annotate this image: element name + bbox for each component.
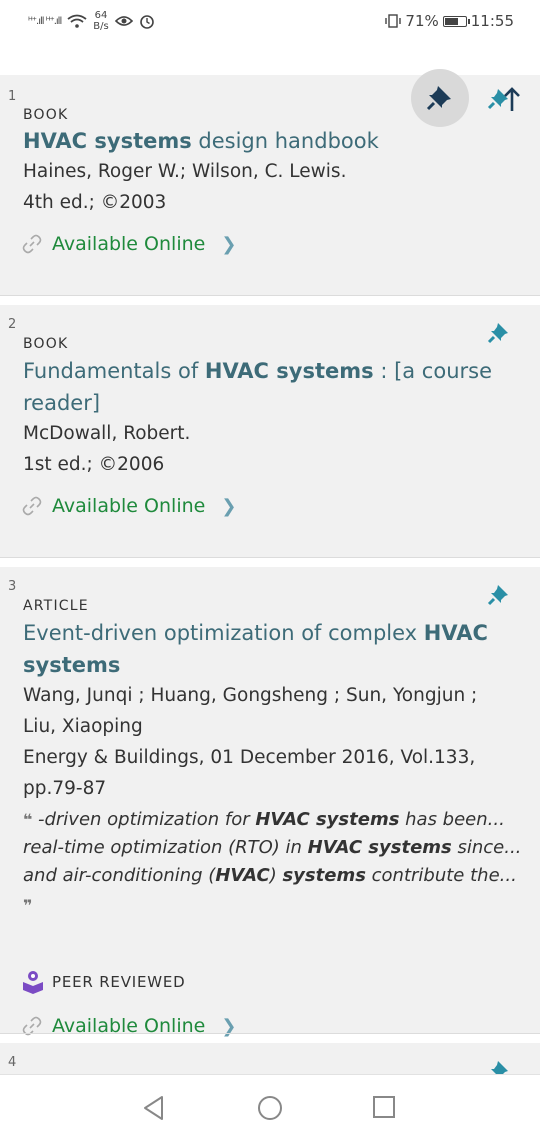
result-title[interactable]: Event-driven optimization of complex HVA…	[23, 617, 493, 681]
availability-link[interactable]: Available Online ❯	[22, 495, 236, 517]
result-card[interactable]: 4	[0, 1043, 540, 1074]
close-quote-icon: ❞	[23, 896, 33, 915]
vibrate-icon	[385, 14, 402, 28]
result-source-line-1: Energy & Buildings, 01 December 2016, Vo…	[23, 747, 476, 768]
battery-icon	[442, 15, 470, 27]
back-icon[interactable]	[142, 1095, 166, 1121]
result-number: 3	[8, 579, 17, 594]
result-source-line-2: pp.79-87	[23, 778, 107, 799]
pin-icon[interactable]	[486, 1057, 514, 1074]
snippet-row: real-time optimization (RTO) in HVAC sys…	[23, 837, 522, 858]
recents-icon[interactable]	[372, 1095, 396, 1119]
peer-reviewed-icon	[23, 971, 43, 994]
chevron-right-icon: ❯	[221, 233, 237, 255]
result-card[interactable]: 2 BOOK Fundamentals of HVAC systems : [a…	[0, 305, 540, 557]
open-quote-icon: ❝	[23, 810, 38, 829]
eye-icon	[114, 16, 133, 26]
result-card[interactable]: 1 BOOK HVAC systems design handbook Hain…	[0, 69, 540, 295]
home-icon[interactable]	[257, 1095, 283, 1121]
result-edition: 1st ed.; ©2006	[23, 454, 165, 475]
availability-link[interactable]: Available Online ❯	[22, 233, 236, 255]
pin-icon[interactable]	[486, 319, 514, 347]
result-authors-line-2: Liu, Xiaoping	[23, 716, 143, 737]
result-authors: McDowall, Robert.	[23, 423, 191, 444]
speed-unit: B/s	[93, 21, 109, 32]
result-type: ARTICLE	[23, 598, 89, 614]
result-snippet: ❝ -driven optimization for HVAC systems …	[23, 806, 523, 918]
speed-value: 64	[94, 10, 108, 21]
peer-reviewed-label: PEER REVIEWED	[52, 973, 186, 991]
results-list[interactable]: 1 BOOK HVAC systems design handbook Hain…	[0, 44, 540, 1074]
network-speed: 64 B/s	[93, 10, 108, 32]
link-icon	[22, 234, 42, 254]
link-icon	[22, 496, 42, 516]
chevron-right-icon: ❯	[221, 495, 237, 517]
result-authors-line-1: Wang, Junqi ; Huang, Gongsheng ; Sun, Yo…	[23, 685, 478, 706]
snippet-row: ❝ -driven optimization for HVAC systems …	[23, 806, 523, 834]
system-nav-bar	[0, 1074, 540, 1141]
result-number: 1	[8, 89, 17, 104]
result-edition: 4th ed.; ©2003	[23, 192, 167, 213]
result-card[interactable]: 3 ARTICLE Event-driven optimization of c…	[0, 567, 540, 1037]
divider	[0, 557, 540, 558]
result-number: 2	[8, 317, 17, 332]
status-left: ᴴ⁺.ıll ᴴ⁺.ıll 64 B/s	[28, 10, 155, 32]
divider	[0, 295, 540, 296]
pin-icon[interactable]	[426, 83, 454, 111]
alarm-icon	[139, 15, 154, 29]
availability-label: Available Online	[52, 495, 206, 517]
result-number: 4	[8, 1055, 17, 1070]
result-title[interactable]: HVAC systems design handbook	[23, 125, 503, 157]
status-bar: ᴴ⁺.ıll ᴴ⁺.ıll 64 B/s 71% 11:55	[0, 0, 540, 44]
pin-back-to-top-icon[interactable]	[486, 85, 522, 113]
signal-icon: ᴴ⁺.ıll ᴴ⁺.ıll	[28, 15, 62, 27]
peer-reviewed-badge: PEER REVIEWED	[22, 970, 186, 994]
status-right: 71% 11:55	[385, 12, 514, 30]
wifi-icon	[67, 14, 87, 28]
battery-level	[444, 17, 459, 25]
battery-percent: 71%	[405, 12, 439, 30]
result-type: BOOK	[23, 107, 69, 123]
result-type: BOOK	[23, 336, 69, 352]
availability-label: Available Online	[52, 233, 206, 255]
pin-icon[interactable]	[486, 581, 514, 609]
snippet-text: -driven optimization for HVAC systems ha…	[37, 809, 505, 830]
divider	[0, 1033, 540, 1034]
result-title[interactable]: Fundamentals of HVAC systems : [a course…	[23, 355, 493, 419]
clock: 11:55	[470, 12, 514, 30]
snippet-row: and air-conditioning (HVAC) systems cont…	[23, 865, 517, 886]
result-authors: Haines, Roger W.; Wilson, C. Lewis.	[23, 161, 347, 182]
